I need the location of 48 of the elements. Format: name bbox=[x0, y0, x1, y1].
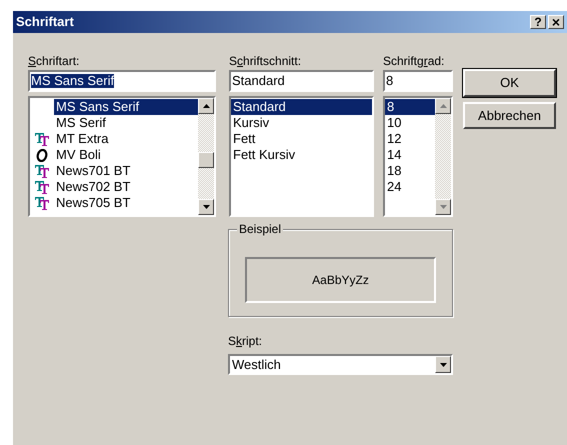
cancel-button[interactable]: Abbrechen bbox=[463, 102, 556, 129]
truetype-icon bbox=[35, 164, 49, 178]
style-label: Schriftschnitt: bbox=[229, 54, 302, 69]
script-label: Skript: bbox=[228, 334, 264, 349]
scroll-down-button[interactable] bbox=[435, 199, 451, 215]
size-list-item[interactable]: 24 bbox=[385, 179, 435, 195]
down-arrow-icon bbox=[440, 362, 446, 366]
font-label: Schriftart: bbox=[28, 54, 80, 69]
font-list-item[interactable]: News705 BT bbox=[54, 195, 198, 211]
size-list-item[interactable]: 14 bbox=[385, 147, 435, 163]
size-list-item[interactable]: 8 bbox=[385, 99, 435, 115]
size-list-item[interactable]: 10 bbox=[385, 115, 435, 131]
opentype-icon bbox=[36, 148, 48, 162]
style-list-item[interactable]: Fett Kursiv bbox=[231, 147, 372, 163]
style-list-item[interactable]: Kursiv bbox=[231, 115, 372, 131]
style-list-item[interactable]: Fett bbox=[231, 131, 372, 147]
font-list-item[interactable]: News701 BT bbox=[54, 163, 198, 179]
down-arrow-icon bbox=[202, 205, 210, 209]
scroll-down-button[interactable] bbox=[198, 199, 214, 215]
size-input[interactable]: 8 bbox=[386, 74, 394, 88]
sample-group-title: Beispiel bbox=[237, 221, 284, 237]
size-list-item[interactable]: 12 bbox=[385, 131, 435, 147]
up-arrow-icon bbox=[440, 104, 446, 108]
truetype-icon bbox=[35, 196, 49, 210]
script-dropdown[interactable]: Westlich bbox=[228, 354, 453, 375]
size-label: Schriftgrad: bbox=[383, 54, 446, 69]
font-list-item[interactable]: MT Extra bbox=[54, 131, 198, 147]
scroll-up-button[interactable] bbox=[435, 98, 451, 114]
close-button[interactable]: × bbox=[548, 15, 564, 29]
dropdown-button[interactable] bbox=[435, 356, 451, 373]
truetype-icon bbox=[35, 132, 49, 146]
ok-button[interactable]: OK bbox=[463, 69, 556, 97]
sample-text: AaBbYyZz bbox=[312, 272, 369, 289]
down-arrow-icon bbox=[440, 205, 446, 209]
up-arrow-icon bbox=[202, 104, 210, 108]
font-list-item[interactable]: MV Boli bbox=[54, 147, 198, 163]
size-list-item[interactable]: 18 bbox=[385, 163, 435, 179]
font-list-item[interactable]: MS Sans Serif bbox=[54, 99, 198, 115]
scroll-up-button[interactable] bbox=[198, 98, 214, 114]
window-title: Schriftart bbox=[16, 13, 74, 32]
font-input[interactable]: MS Sans Serif bbox=[31, 74, 114, 88]
style-list-item[interactable]: Standard bbox=[231, 99, 372, 115]
truetype-icon bbox=[35, 180, 49, 194]
help-button[interactable]: ? bbox=[530, 15, 546, 29]
script-value: Westlich bbox=[231, 356, 282, 374]
scroll-thumb[interactable] bbox=[198, 152, 214, 168]
font-list-item[interactable]: MS Serif bbox=[54, 115, 198, 131]
font-list-item[interactable]: News702 BT bbox=[54, 179, 198, 195]
